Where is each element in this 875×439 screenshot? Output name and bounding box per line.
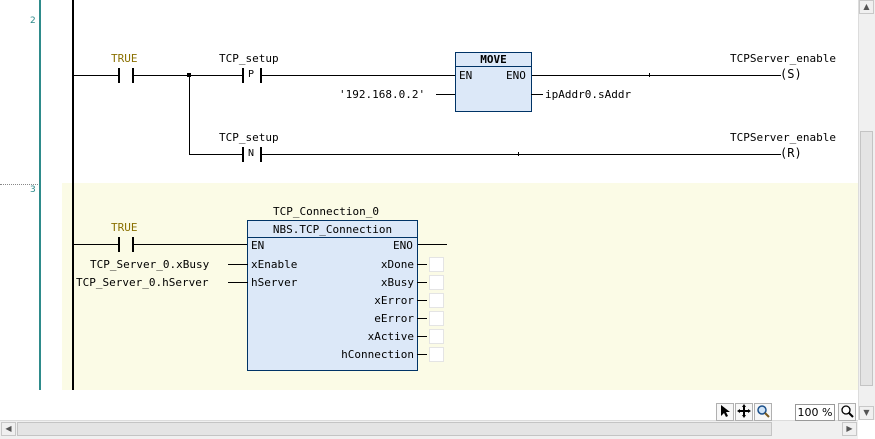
fb-output-xactive: xActive: [367, 330, 414, 343]
contact-left-bar: [118, 237, 120, 252]
gutter-line: [39, 0, 41, 390]
wire-marker: [518, 152, 519, 156]
network-separator: [0, 184, 38, 185]
output-assignment-box[interactable]: [429, 257, 444, 272]
set-coil[interactable]: (S): [780, 67, 802, 81]
contact-variable[interactable]: TCP_setup: [219, 131, 279, 144]
fb-type-title: NBS.TCP_Connection: [272, 223, 393, 236]
zoom-level[interactable]: 100 %: [795, 404, 835, 421]
fb-input-hserver: hServer: [251, 276, 298, 289]
horizontal-scroll-thumb[interactable]: [17, 422, 772, 436]
contact-edge-symbol: N: [248, 148, 255, 159]
rung-wire: [74, 75, 118, 76]
network-number-2[interactable]: 2: [30, 16, 36, 26]
fb-output-xdone: xDone: [380, 258, 414, 271]
reset-coil[interactable]: (R): [780, 146, 802, 160]
rung-wire: [262, 75, 455, 76]
output-stub: [417, 354, 427, 355]
rung-wire: [134, 244, 248, 245]
fb-input-variable[interactable]: TCP_Server_0.xBusy: [90, 258, 209, 271]
output-assignment-box[interactable]: [429, 311, 444, 326]
coil-variable[interactable]: TCPServer_enable: [730, 131, 836, 144]
contact-left-bar: [118, 68, 120, 83]
contact-right-bar: [132, 237, 134, 252]
contact-variable[interactable]: TCP_setup: [219, 52, 279, 65]
fb-input-xenable: xEnable: [251, 258, 298, 271]
output-stub: [417, 264, 427, 265]
vertical-scroll-thumb[interactable]: [860, 131, 873, 386]
contact-right-bar: [260, 147, 262, 162]
input-wire: [228, 264, 248, 265]
coil-symbol: R: [787, 146, 795, 160]
wire-marker: [649, 73, 650, 77]
fb-input-variable[interactable]: TCP_Server_0.hServer: [76, 276, 208, 289]
fb-instance-name[interactable]: TCP_Connection_0: [273, 205, 379, 218]
contact-left-bar: [242, 68, 244, 83]
left-power-rail: [72, 0, 74, 390]
output-assignment-box[interactable]: [429, 275, 444, 290]
output-stub: [417, 336, 427, 337]
rung-wire: [531, 75, 781, 76]
output-wire: [531, 94, 543, 95]
fb-output-xbusy: xBusy: [380, 276, 414, 289]
block-title-divider: [248, 237, 417, 238]
scroll-left-arrow-icon[interactable]: ◀: [1, 422, 16, 436]
move-block-title: MOVE: [480, 53, 507, 66]
contact-right-bar: [132, 68, 134, 83]
zoom-tool-icon[interactable]: [754, 403, 772, 421]
contact-left-bar: [242, 147, 244, 162]
move-eno-pin: ENO: [506, 69, 526, 82]
scroll-down-arrow-icon[interactable]: ▼: [859, 406, 874, 420]
branch-wire: [262, 154, 781, 155]
output-assignment-box[interactable]: [429, 293, 444, 308]
fb-output-eno: ENO: [393, 239, 413, 252]
move-output-variable[interactable]: ipAddr0.sAddr: [545, 88, 631, 101]
eno-wire: [417, 244, 447, 245]
fb-output-hconnection: hConnection: [341, 348, 414, 361]
fb-output-xerror: xError: [374, 294, 414, 307]
scroll-right-arrow-icon[interactable]: ▶: [842, 422, 857, 436]
input-wire: [436, 94, 455, 95]
branch-wire: [189, 75, 190, 155]
output-stub: [417, 318, 427, 319]
pointer-tool-icon[interactable]: [716, 403, 734, 421]
move-tool-icon[interactable]: [735, 403, 753, 421]
scroll-up-arrow-icon[interactable]: ▲: [859, 0, 874, 14]
true-constant-label[interactable]: TRUE: [111, 221, 138, 234]
output-stub: [417, 300, 427, 301]
zoom-dropdown-icon[interactable]: [838, 403, 856, 421]
input-wire: [228, 282, 248, 283]
fb-output-eerror: eError: [374, 312, 414, 325]
coil-symbol: S: [787, 67, 795, 81]
contact-right-bar: [260, 68, 262, 83]
network-number-3[interactable]: 3: [30, 185, 36, 195]
branch-wire: [189, 154, 242, 155]
line-number-gutter: [0, 0, 41, 390]
move-en-pin: EN: [459, 69, 473, 82]
output-assignment-box[interactable]: [429, 347, 444, 362]
true-constant-label[interactable]: TRUE: [111, 52, 138, 65]
output-assignment-box[interactable]: [429, 329, 444, 344]
coil-variable[interactable]: TCPServer_enable: [730, 52, 836, 65]
move-input-value[interactable]: '192.168.0.2': [339, 88, 425, 101]
rung-wire: [74, 244, 118, 245]
fb-input-en: EN: [251, 239, 265, 252]
block-title-divider: [456, 66, 531, 67]
contact-edge-symbol: P: [248, 69, 255, 80]
output-stub: [417, 282, 427, 283]
